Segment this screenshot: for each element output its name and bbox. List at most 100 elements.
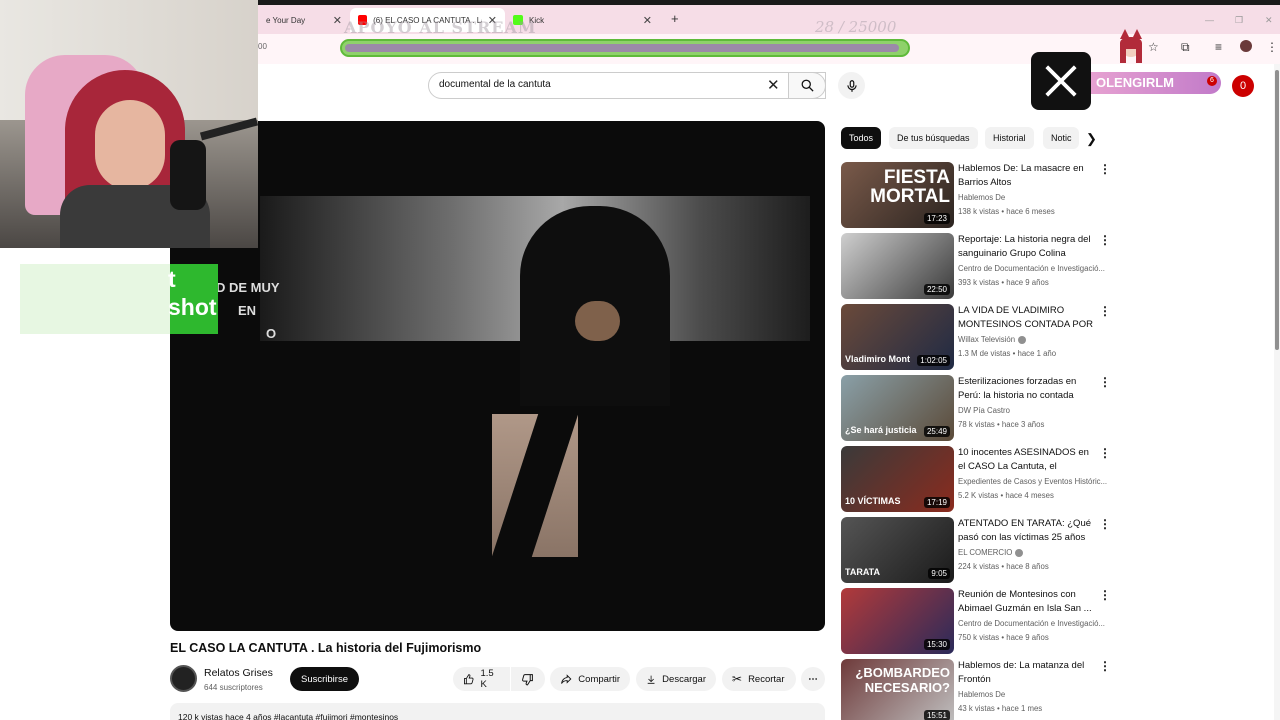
video-player[interactable] — [170, 121, 825, 631]
more-vertical-icon[interactable]: ⋮ — [1099, 588, 1111, 602]
more-vertical-icon[interactable]: ⋮ — [1099, 659, 1111, 673]
description-text: 120 k vistas hace 4 años #lacantuta #fuj… — [178, 712, 399, 720]
recommendation-thumbnail[interactable]: FIESTA MORTAL 17:23 — [841, 162, 954, 228]
recommendation-channel[interactable]: Centro de Documentación e Investigació..… — [958, 264, 1110, 273]
channel-subscribers: 644 suscriptores — [204, 683, 263, 692]
recommendation-channel[interactable]: Willax Televisión — [958, 335, 1110, 344]
tab-other[interactable]: e Your Day ✕ — [258, 8, 350, 32]
video-frame-caption: D DE MUY EN O — [216, 276, 280, 345]
clip-label: Recortar — [748, 673, 785, 685]
maximize-icon[interactable]: ❐ — [1235, 15, 1243, 26]
scrollbar-thumb[interactable] — [1275, 70, 1279, 350]
close-window-icon[interactable]: ✕ — [1265, 15, 1273, 26]
minimize-icon[interactable]: — — [1205, 15, 1214, 25]
recommendation-meta: 1.3 M de vistas • hace 1 año — [958, 349, 1057, 358]
video-description[interactable]: 120 k vistas hace 4 años #lacantuta #fuj… — [170, 703, 825, 720]
clip-button[interactable]: ✂ Recortar — [722, 667, 796, 691]
recommendation-meta: 5.2 K vistas • hace 4 meses — [958, 491, 1054, 500]
shot-text-top: t — [168, 266, 176, 292]
video-duration: 22:50 — [923, 284, 950, 295]
more-actions-button[interactable]: ⋯ — [801, 667, 825, 691]
recommendation-thumbnail[interactable]: 10 VÍCTIMAS 17:19 — [841, 446, 954, 512]
chip-todos[interactable]: Todos — [841, 127, 882, 149]
more-vertical-icon[interactable]: ⋮ — [1099, 233, 1111, 247]
chip-noticias[interactable]: Notic — [1043, 127, 1079, 149]
verified-check-icon — [1015, 548, 1024, 557]
chevron-right-icon[interactable]: ❯ — [1086, 131, 1097, 147]
search-clear-icon[interactable]: ✕ — [767, 76, 780, 94]
channel-name[interactable]: Relatos Grises — [204, 667, 273, 679]
bookmark-star-icon[interactable]: ☆ — [1148, 40, 1159, 54]
chip-de-tus-busquedas[interactable]: De tus búsquedas — [889, 127, 978, 149]
recommendation-title[interactable]: LA VIDA DE VLADIMIRO MONTESINOS CONTADA … — [958, 304, 1093, 333]
channel-avatar[interactable] — [170, 665, 197, 692]
browser-menu-icon[interactable]: ⋮ — [1266, 40, 1278, 54]
recommendation-thumbnail[interactable]: ¿Se hará justicia 25:49 — [841, 375, 954, 441]
recommendation-title[interactable]: ATENTADO EN TARATA: ¿Qué pasó con las ví… — [958, 517, 1093, 546]
profile-avatar[interactable] — [1240, 40, 1252, 52]
more-vertical-icon[interactable]: ⋮ — [1099, 446, 1111, 460]
recommendation-item[interactable]: ¿Se hará justicia 25:49 Esterilizaciones f… — [841, 375, 1111, 442]
more-vertical-icon[interactable]: ⋮ — [1099, 517, 1111, 531]
recommendation-channel[interactable]: Hablemos De — [958, 193, 1110, 202]
recommendation-title[interactable]: Hablemos De: La masacre en Barrios Altos — [958, 162, 1093, 190]
recommendation-item[interactable]: 15:30 Reunión de Montesinos con Abimael G… — [841, 588, 1111, 655]
like-button[interactable]: 1.5 K — [453, 667, 510, 691]
thumbnail-caption: Vladimiro Mont — [845, 354, 910, 364]
chip-historial[interactable]: Historial — [985, 127, 1034, 149]
recommendation-item[interactable]: ¿BOMBARDEO NECESARIO? 15:51 Hablemos de: L… — [841, 659, 1111, 720]
thumbnail-caption: TARATA — [845, 567, 880, 577]
new-tab-button[interactable]: + — [671, 11, 679, 26]
recommendation-channel[interactable]: Centro de Documentación e Investigació..… — [958, 619, 1110, 628]
x-handle: OLENGIRLM — [1091, 72, 1221, 94]
recommendation-channel[interactable]: Expedientes de Casos y Eventos Históric.… — [958, 477, 1110, 486]
thumbs-up-icon — [464, 673, 474, 684]
voice-search-button[interactable] — [838, 72, 865, 99]
recommendation-title[interactable]: 10 inocentes ASESINADOS en el CASO La Ca… — [958, 446, 1093, 475]
recommendation-item[interactable]: FIESTA MORTAL 17:23 Hablemos De: La masacr… — [841, 162, 1111, 229]
notifications-badge[interactable]: 0 — [1232, 75, 1254, 97]
caption-line: D DE MUY — [216, 280, 280, 295]
recommendation-title[interactable]: Reunión de Montesinos con Abimael Guzmán… — [958, 588, 1093, 616]
recommendation-thumbnail[interactable]: 22:50 — [841, 233, 954, 299]
recommendation-item[interactable]: Vladimiro Mont 1:02:05 LA VIDA DE VLADIMIR… — [841, 304, 1111, 371]
streamer-webcam — [0, 0, 258, 248]
more-vertical-icon[interactable]: ⋮ — [1099, 162, 1111, 176]
recommendation-item[interactable]: 10 VÍCTIMAS 17:19 10 inocentes ASESINADOS … — [841, 446, 1111, 513]
media-icon[interactable]: ≡ — [1215, 40, 1222, 54]
recommendation-channel[interactable]: Hablemos De — [958, 690, 1110, 699]
stream-goal-title: APOYO AL STREAM — [344, 18, 537, 37]
recommendation-thumbnail[interactable]: Vladimiro Mont 1:02:05 — [841, 304, 954, 370]
recommendation-thumbnail[interactable]: ¿BOMBARDEO NECESARIO? 15:51 — [841, 659, 954, 720]
search-input[interactable]: documental de la cantuta — [439, 79, 551, 90]
download-button[interactable]: Descargar — [636, 667, 716, 691]
recommendation-title[interactable]: Hablemos de: La matanza del Frontón — [958, 659, 1093, 687]
recommendation-title[interactable]: Reportaje: La historia negra del sanguin… — [958, 233, 1093, 261]
share-button[interactable]: Compartir — [550, 667, 630, 691]
recommendation-meta: 78 k vistas • hace 3 años — [958, 420, 1045, 429]
search-icon — [801, 79, 814, 92]
recommendation-item[interactable]: TARATA 9:05 ATENTADO EN TARATA: ¿Qué pasó … — [841, 517, 1111, 584]
recommendation-thumbnail[interactable]: 15:30 — [841, 588, 954, 654]
tab-close-icon[interactable]: ✕ — [643, 14, 652, 27]
more-vertical-icon[interactable]: ⋮ — [1099, 375, 1111, 389]
recommendation-channel[interactable]: DW Pía Castro — [958, 406, 1110, 415]
tab-close-icon[interactable]: ✕ — [333, 14, 342, 27]
video-duration: 25:49 — [923, 426, 950, 437]
dislike-button[interactable] — [511, 667, 545, 691]
share-label: Compartir — [578, 673, 620, 685]
thumbnail-caption: 10 VÍCTIMAS — [845, 496, 901, 506]
extensions-icon[interactable]: ⧉ — [1181, 40, 1190, 55]
search-button[interactable] — [788, 72, 826, 99]
video-frame-face — [575, 301, 620, 341]
more-vertical-icon[interactable]: ⋮ — [1099, 304, 1111, 318]
recommendation-item[interactable]: 22:50 Reportaje: La historia negra del sa… — [841, 233, 1111, 300]
recommendation-thumbnail[interactable]: TARATA 9:05 — [841, 517, 954, 583]
recommendation-channel-name: Expedientes de Casos y Eventos Históric.… — [958, 477, 1108, 486]
recommendation-title[interactable]: Esterilizaciones forzadas en Perú: la hi… — [958, 375, 1093, 403]
thumbs-down-icon — [522, 673, 533, 685]
recommendation-channel-name: Hablemos De — [958, 690, 1006, 699]
x-logo-icon — [1045, 65, 1077, 97]
recommendation-channel[interactable]: EL COMERCIO — [958, 548, 1110, 557]
subscribe-button[interactable]: Suscribirse — [290, 667, 359, 691]
